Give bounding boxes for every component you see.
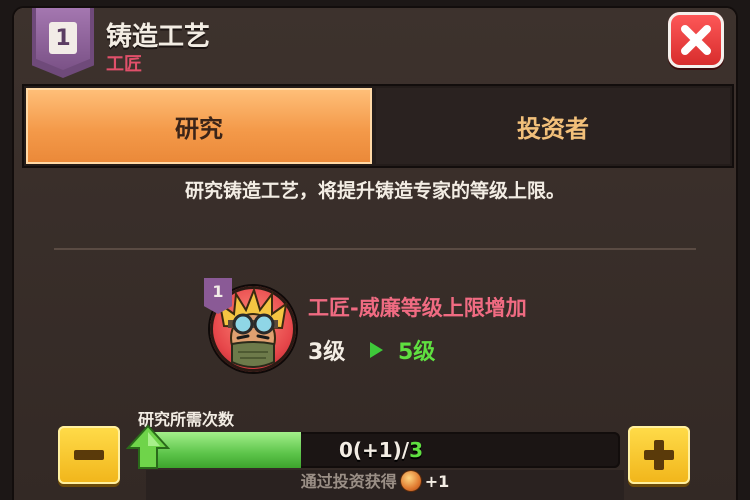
invest-reward-amount: +1: [424, 472, 450, 491]
progress-bar: 0(+1)/3: [142, 432, 620, 468]
coin-icon: [400, 471, 421, 491]
progress-current: 0(+1)/: [338, 438, 410, 462]
panel-subtitle: 工匠: [106, 54, 142, 75]
plus-icon: [644, 440, 674, 470]
section-divider: [54, 248, 696, 250]
level-to: 5级: [398, 340, 436, 365]
reward-title: 工匠-威廉等级上限增加: [308, 296, 527, 320]
level-from: 3级: [308, 340, 346, 365]
progress-text: 0(+1)/3: [142, 432, 620, 468]
invest-reward-text: 通过投资获得: [300, 472, 397, 491]
tab-research[interactable]: 研究: [26, 88, 372, 164]
rank-number: 1: [49, 22, 77, 54]
progress-goal: 3: [409, 438, 424, 462]
panel-background: [14, 8, 736, 500]
level-up-arrow-icon: [126, 424, 170, 469]
tab-investors[interactable]: 投资者: [376, 88, 730, 164]
invest-reward-note: 通过投资获得 +1: [0, 468, 750, 492]
close-icon: [681, 25, 711, 55]
close-button[interactable]: [668, 12, 724, 68]
tab-bar: 研究 投资者: [22, 84, 734, 168]
minus-icon: [74, 450, 104, 460]
level-arrow-icon: [370, 342, 383, 358]
panel-title: 铸造工艺: [106, 22, 211, 52]
research-description: 研究铸造工艺，将提升铸造专家的等级上限。: [184, 180, 565, 202]
research-panel: 1 铸造工艺 工匠 研究 投资者 研究铸造工艺，将提升铸造专家的等级上限。 1 …: [14, 8, 736, 500]
